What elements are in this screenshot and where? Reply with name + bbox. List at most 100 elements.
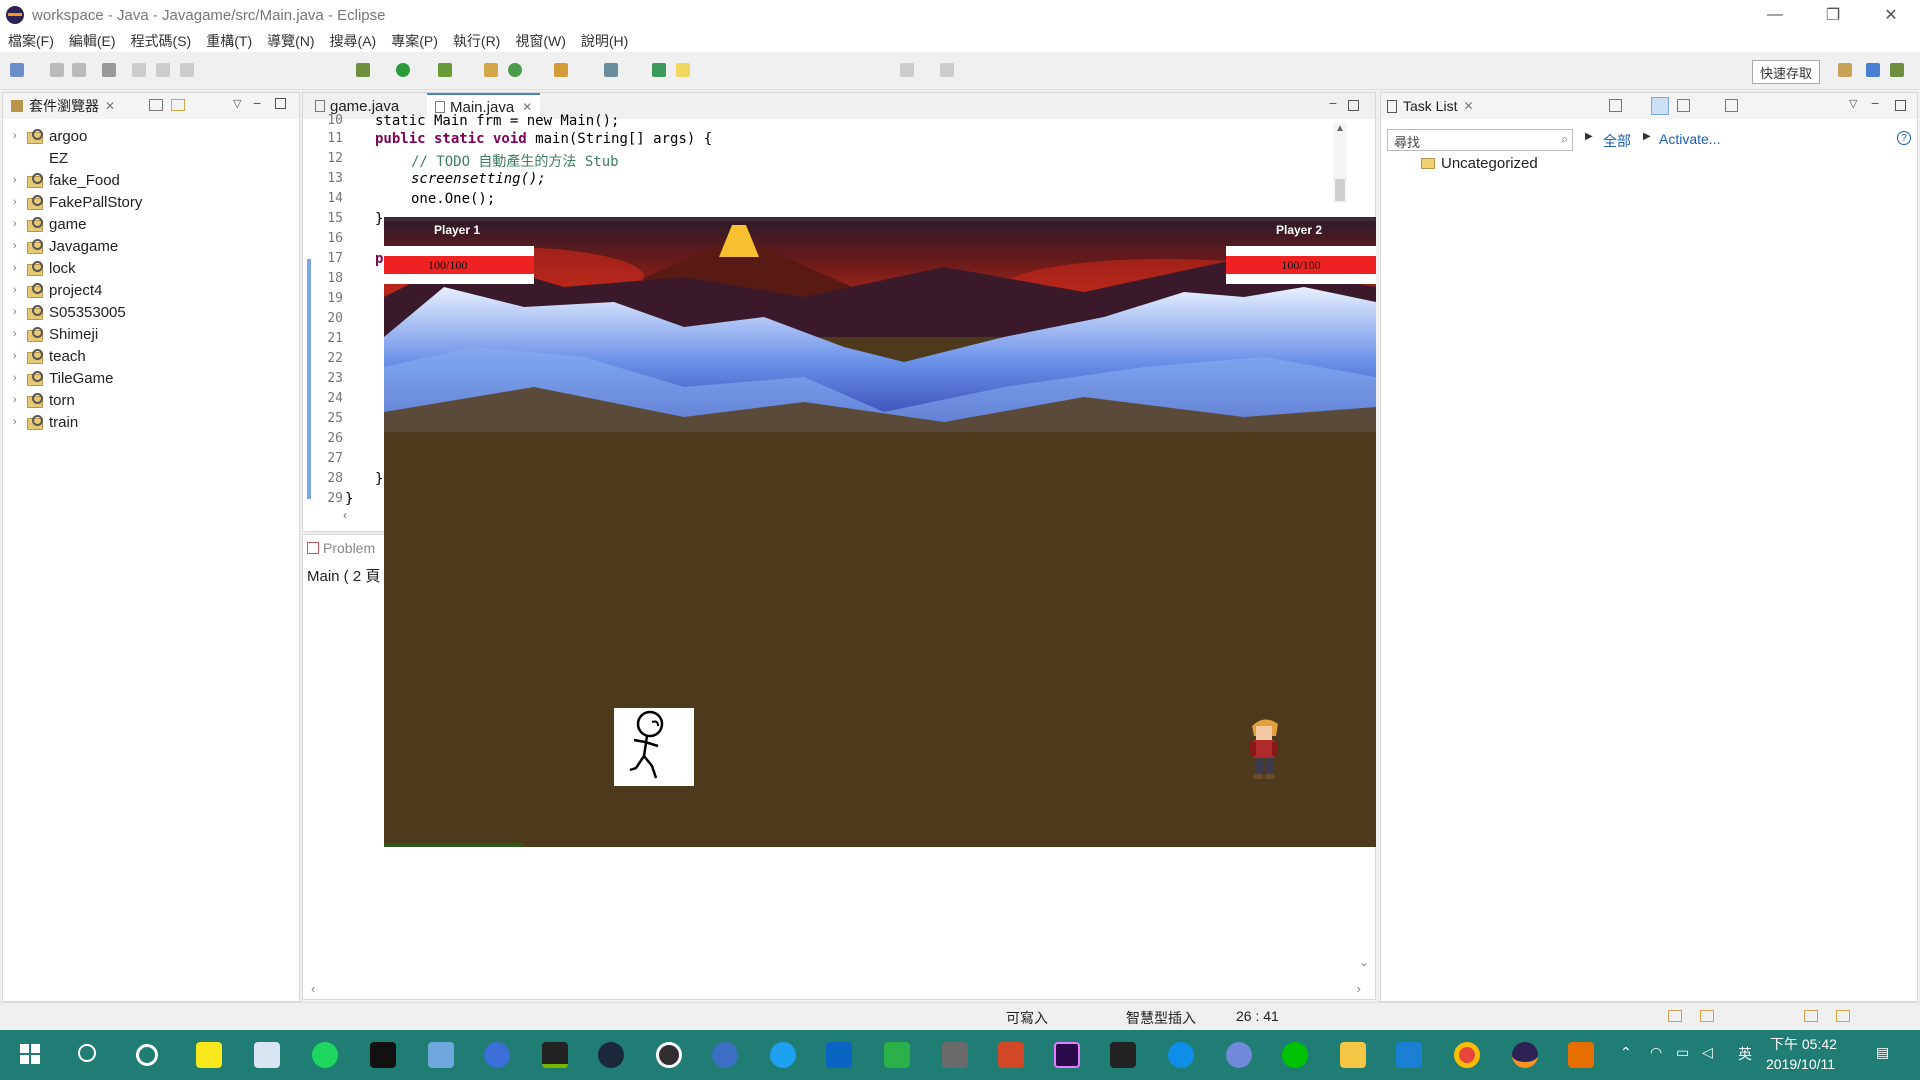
categorized-icon[interactable]: [1651, 97, 1669, 115]
garena-icon[interactable]: [1110, 1042, 1136, 1068]
java-icon[interactable]: [1568, 1042, 1594, 1068]
search-toolbar-icon[interactable]: [604, 63, 618, 77]
volume-icon[interactable]: ◁: [1702, 1044, 1713, 1061]
new-java-package-icon[interactable]: [484, 63, 498, 77]
list-item[interactable]: › fake_Food: [3, 169, 299, 191]
minimize-view-icon[interactable]: −: [1329, 95, 1337, 111]
chevron-right-icon[interactable]: ›: [13, 196, 27, 208]
minimize-view-icon[interactable]: −: [253, 95, 261, 111]
activate-link[interactable]: Activate...: [1659, 131, 1720, 147]
all-tasks-link[interactable]: 全部: [1603, 131, 1631, 151]
minimize-button[interactable]: —: [1746, 0, 1804, 30]
list-item[interactable]: › project4: [3, 279, 299, 301]
menu-refactor[interactable]: 重構(T): [206, 31, 252, 51]
list-item[interactable]: › train: [3, 411, 299, 433]
close-view-icon[interactable]: ✕: [1463, 99, 1473, 113]
list-item[interactable]: EZ: [3, 147, 299, 169]
notification-icon[interactable]: ▤: [1876, 1044, 1889, 1061]
maximize-view-icon[interactable]: [1348, 100, 1359, 111]
task-search-input[interactable]: 尋找 ⌕: [1387, 129, 1573, 151]
back-icon[interactable]: [900, 63, 914, 77]
restore-button[interactable]: ❐: [1804, 0, 1862, 30]
minimize-view-icon[interactable]: −: [1871, 95, 1879, 111]
list-item[interactable]: › teach: [3, 345, 299, 367]
task-category[interactable]: Uncategorized: [1421, 155, 1538, 172]
input-method-indicator[interactable]: 英: [1738, 1044, 1752, 1064]
start-icon[interactable]: [18, 1042, 44, 1068]
menu-file[interactable]: 檔案(F): [8, 31, 54, 51]
list-item[interactable]: › lock: [3, 257, 299, 279]
menu-run[interactable]: 執行(R): [453, 31, 500, 51]
save-icon[interactable]: [50, 63, 64, 77]
new-task-icon[interactable]: [1609, 99, 1622, 112]
menu-source[interactable]: 程式碼(S): [131, 31, 192, 51]
chevron-right-icon[interactable]: ›: [13, 218, 27, 230]
media-player-icon[interactable]: [484, 1042, 510, 1068]
problems-title[interactable]: Problem: [323, 540, 375, 556]
horizontal-scrollbar[interactable]: ‹ ›: [311, 981, 1361, 997]
list-item[interactable]: › Shimeji: [3, 323, 299, 345]
nvidia-icon[interactable]: [542, 1042, 568, 1068]
list-item[interactable]: › S05353005: [3, 301, 299, 323]
suspend-icon[interactable]: [156, 63, 170, 77]
resume-icon[interactable]: [132, 63, 146, 77]
filter-icon[interactable]: [1725, 99, 1738, 112]
list-item[interactable]: › argoo: [3, 125, 299, 147]
skip-breakpoints-icon[interactable]: [102, 63, 116, 77]
link-editor-icon[interactable]: [171, 99, 185, 111]
chevron-right-icon[interactable]: ›: [13, 240, 27, 252]
powerpoint-icon[interactable]: [998, 1042, 1024, 1068]
chevron-right-icon[interactable]: ›: [13, 350, 27, 362]
forward-icon[interactable]: [940, 63, 954, 77]
teamviewer-icon[interactable]: [1168, 1042, 1194, 1068]
scroll-left-icon[interactable]: ‹: [343, 508, 347, 522]
open-type-icon[interactable]: [554, 63, 568, 77]
save-all-icon[interactable]: [72, 63, 86, 77]
menu-edit[interactable]: 編輯(E): [69, 31, 116, 51]
java-perspective-icon[interactable]: [1866, 63, 1880, 77]
quick-access-input[interactable]: 快速存取: [1752, 60, 1820, 84]
trim-stack-icon[interactable]: [1836, 1010, 1850, 1022]
internet-explorer-icon[interactable]: [770, 1042, 796, 1068]
mark-occurrences-icon[interactable]: [676, 63, 690, 77]
scheduled-icon[interactable]: [1677, 99, 1690, 112]
edge-icon[interactable]: [712, 1042, 738, 1068]
menu-help[interactable]: 說明(H): [581, 31, 628, 51]
qc-icon[interactable]: [884, 1042, 910, 1068]
steam-icon[interactable]: [598, 1042, 624, 1068]
wifi-icon[interactable]: ◠: [1650, 1044, 1662, 1061]
premiere-icon[interactable]: [1054, 1042, 1080, 1068]
outlook-icon[interactable]: [826, 1042, 852, 1068]
discord-icon[interactable]: [1226, 1042, 1252, 1068]
trim-stack-icon[interactable]: [1668, 1010, 1682, 1022]
debug-icon[interactable]: [356, 63, 370, 77]
package-explorer-title[interactable]: 套件瀏覽器: [29, 96, 99, 116]
photos-icon[interactable]: [254, 1042, 280, 1068]
vertical-scrollbar[interactable]: ▲: [1333, 123, 1347, 203]
scroll-right-icon[interactable]: ›: [1357, 981, 1361, 996]
list-item[interactable]: › game: [3, 213, 299, 235]
folder-icon[interactable]: [1340, 1042, 1366, 1068]
chevron-right-icon[interactable]: ›: [13, 394, 27, 406]
view-menu-icon[interactable]: ▽: [1849, 97, 1857, 110]
run-icon[interactable]: [396, 63, 410, 77]
cortana-icon[interactable]: [136, 1044, 158, 1066]
list-item[interactable]: › TileGame: [3, 367, 299, 389]
search-icon[interactable]: [78, 1044, 96, 1062]
chevron-right-icon[interactable]: ›: [13, 284, 27, 296]
task-list-title[interactable]: Task List: [1403, 98, 1457, 114]
scroll-down-icon[interactable]: ⌄: [1359, 955, 1369, 969]
menu-window[interactable]: 視窗(W): [515, 31, 566, 51]
show-hidden-icons-icon[interactable]: ⌃: [1620, 1044, 1632, 1061]
scroll-up-icon[interactable]: ▲: [1335, 123, 1345, 134]
maximize-view-icon[interactable]: [275, 98, 286, 109]
list-item[interactable]: › Javagame: [3, 235, 299, 257]
close-button[interactable]: ✕: [1862, 0, 1920, 30]
sticky-notes-icon[interactable]: [196, 1042, 222, 1068]
chevron-right-icon[interactable]: ›: [13, 130, 27, 142]
chevron-right-icon[interactable]: ›: [13, 416, 27, 428]
clock-time[interactable]: 下午 05:42: [1770, 1034, 1837, 1054]
debug-perspective-icon[interactable]: [1890, 63, 1904, 77]
annotation-icon[interactable]: [652, 63, 666, 77]
scroll-thumb[interactable]: [1335, 179, 1345, 201]
